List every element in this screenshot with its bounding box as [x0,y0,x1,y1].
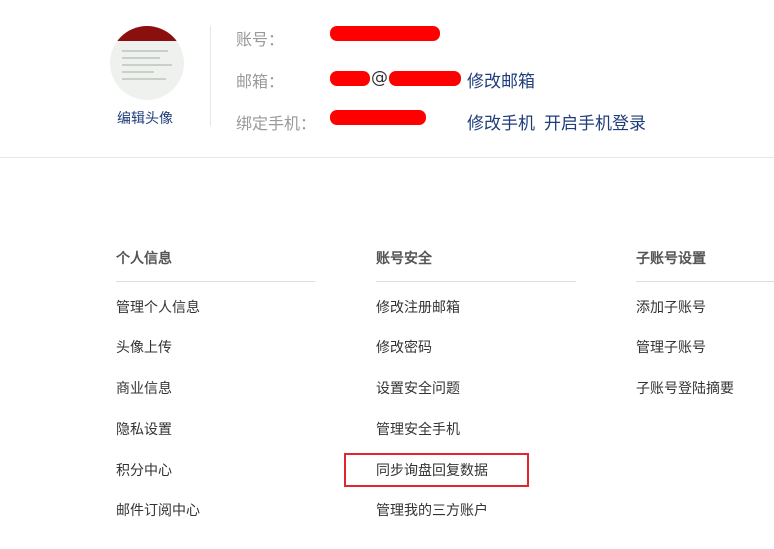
email-redaction-right [389,70,461,86]
change-password-link[interactable]: 修改密码 [376,337,432,357]
change-registered-email-link[interactable]: 修改注册邮箱 [376,297,460,317]
section-title-subaccount: 子账号设置 [636,251,706,267]
privacy-settings-link[interactable]: 隐私设置 [116,419,172,439]
points-center-link[interactable]: 积分中心 [116,460,172,480]
account-redaction [330,26,440,41]
change-phone-link[interactable]: 修改手机 [467,109,535,134]
manage-security-phone-link[interactable]: 管理安全手机 [376,419,460,439]
avatar[interactable] [110,26,184,100]
account-label: 账号： [236,30,285,49]
email-at-sign: @ [371,68,388,88]
sync-inquiry-reply-data-link[interactable]: 同步询盘回复数据 [376,460,488,480]
section-divider-subaccount [636,281,774,282]
phone-redaction [330,110,426,125]
email-value: @ [330,68,461,88]
avatar-image-header [110,26,184,41]
add-subaccount-link[interactable]: 添加子账号 [636,297,706,317]
section-title-personal: 个人信息 [116,251,172,267]
security-question-link[interactable]: 设置安全问题 [376,378,460,398]
avatar-image-line [122,57,160,59]
manage-personal-info-link[interactable]: 管理个人信息 [116,297,200,317]
phone-value [330,110,426,125]
email-redaction-left [330,70,370,86]
subaccount-login-summary-link[interactable]: 子账号登陆摘要 [636,378,734,398]
edit-avatar-link[interactable]: 编辑头像 [117,108,173,128]
manage-subaccounts-link[interactable]: 管理子账号 [636,337,706,357]
avatar-upload-link[interactable]: 头像上传 [116,337,172,357]
profile-card: 编辑头像 账号： 邮箱： @ 修改邮箱 绑定手机： 修改手机 开启手机登录 [0,0,774,158]
enable-phone-login-link[interactable]: 开启手机登录 [544,109,646,134]
vertical-divider [210,26,211,126]
section-divider-personal [116,281,315,282]
email-label: 邮箱： [236,72,285,91]
email-subscription-link[interactable]: 邮件订阅中心 [116,500,200,520]
business-info-link[interactable]: 商业信息 [116,378,172,398]
manage-third-party-accounts-link[interactable]: 管理我的三方账户 [376,500,488,520]
avatar-image-line [122,78,166,80]
avatar-image-line [122,50,168,52]
account-value [330,26,440,41]
avatar-image-line [122,71,154,73]
section-divider-security [376,281,576,282]
phone-label: 绑定手机： [236,114,317,133]
avatar-image-line [122,64,172,66]
change-email-link[interactable]: 修改邮箱 [467,67,535,92]
section-title-security: 账号安全 [376,251,432,267]
